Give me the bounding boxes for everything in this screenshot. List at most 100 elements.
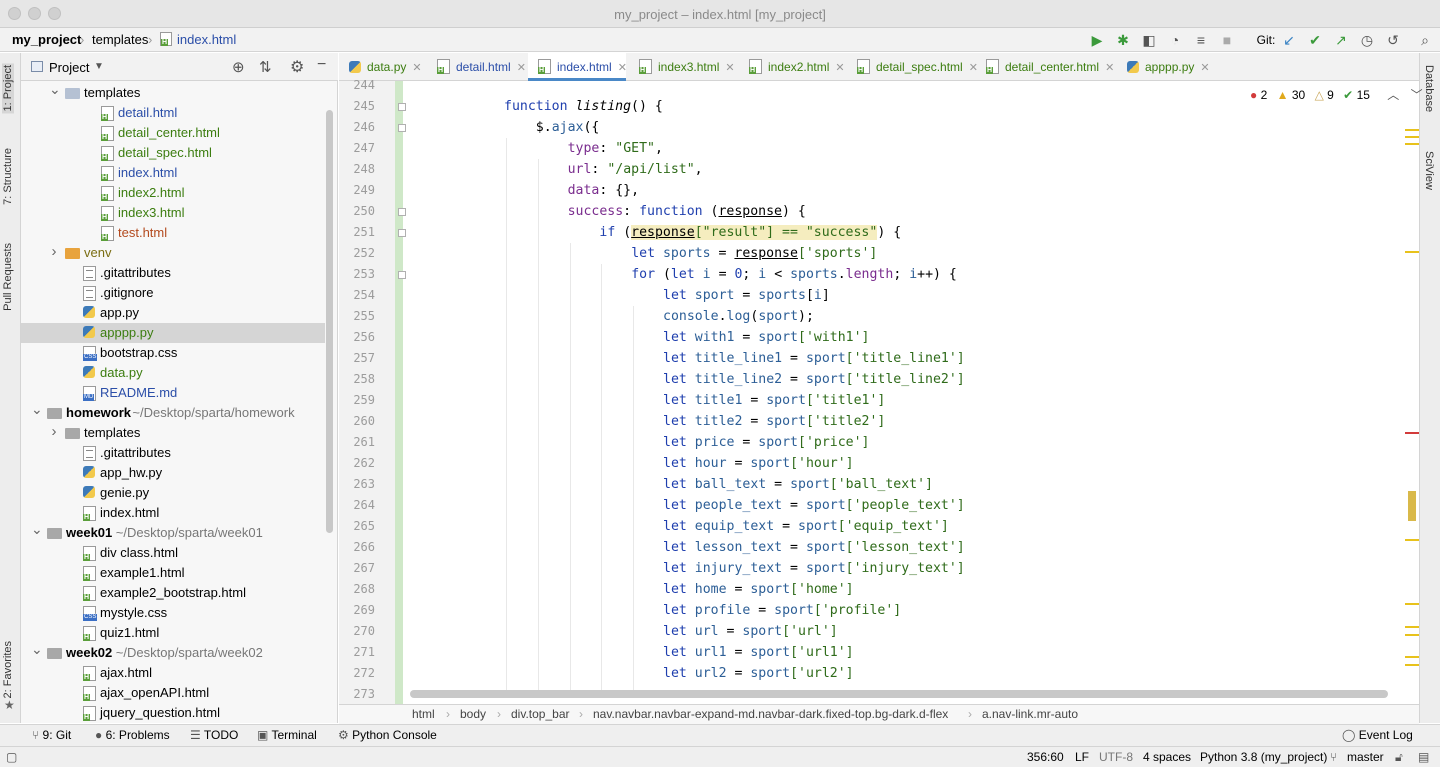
tree-item[interactable]: detail.html [21,103,325,123]
tree-item[interactable]: index.html [21,163,325,183]
chevron-up-icon[interactable]: ︿ [1387,88,1399,102]
close-tab-icon[interactable]: ✕ [1200,62,1209,74]
git-branch[interactable]: master [1347,750,1384,764]
event-log-tool-button[interactable]: ◯ Event Log [1342,728,1413,742]
tree-item[interactable]: ⌄ week01 ~/Desktop/sparta/week01 [21,521,325,543]
python-console-tool-button[interactable]: ⚙ Python Console [338,728,437,742]
history-icon[interactable]: ◷ [1359,32,1375,48]
stripe-mark[interactable] [1405,129,1419,131]
tree-item[interactable]: ajax.html [21,663,325,683]
tab-favorites-tool[interactable]: 2: Favorites [2,641,14,698]
collapse-all-icon[interactable]: ⇅ [259,58,272,76]
chevron-down-icon[interactable]: ⌄ [31,519,43,539]
stripe-mark[interactable] [1405,626,1419,628]
tree-item[interactable]: index3.html [21,203,325,223]
debug-icon[interactable]: ✱ [1115,32,1131,48]
gear-icon[interactable]: ⚙ [290,57,304,77]
run-icon[interactable]: ▶ [1089,32,1105,48]
tree-item[interactable]: ⌄ homework ~/Desktop/sparta/homework [21,401,325,423]
editor-tab[interactable]: index2.html ✕ [739,53,845,81]
profile-icon[interactable]: ◔ [1167,32,1183,48]
line-separator[interactable]: LF [1075,750,1089,764]
chevron-down-icon[interactable]: ⌄ [49,81,61,99]
tree-item[interactable]: apppp.py [21,323,325,343]
git-tool-button[interactable]: ⑂ 9: Git [32,728,71,742]
tree-item[interactable]: README.md [21,383,325,403]
terminal-tool-button[interactable]: ▣ Terminal [257,728,317,742]
tree-item[interactable]: .gitignore [21,283,325,303]
coverage-icon[interactable]: ◧ [1141,32,1157,48]
close-tab-icon[interactable]: ✕ [725,62,734,74]
chevron-down-icon[interactable]: ⌄ [31,639,43,659]
stripe-mark[interactable] [1405,603,1419,605]
todo-tool-button[interactable]: ☰ TODO [190,728,238,742]
search-icon[interactable]: ⌕ [1417,32,1433,48]
python-interpreter[interactable]: Python 3.8 (my_project) [1200,750,1327,764]
chevron-down-icon[interactable]: ▼ [94,61,104,72]
tree-item[interactable]: test.html [21,223,325,243]
hide-panel-icon[interactable]: − [317,56,326,74]
stripe-mark[interactable] [1405,539,1419,541]
stripe-mark[interactable] [1408,491,1416,521]
problems-tool-button[interactable]: ● 6: Problems [95,728,170,742]
html-breadcrumb-item[interactable]: div.top_bar [511,707,569,721]
indent-setting[interactable]: 4 spaces [1143,750,1191,764]
code-editor[interactable]: function listing() {$.ajax({type: "GET",… [403,81,1405,691]
tree-item[interactable]: bootstrap.css [21,343,325,363]
editor-tab[interactable]: apppp.py ✕ [1117,53,1210,81]
tree-item[interactable]: index.html [21,503,325,523]
editor-tab[interactable]: index.html ✕ [528,53,627,81]
tree-item[interactable]: data.py [21,363,325,383]
error-stripe[interactable] [1405,81,1419,704]
tree-item[interactable]: example1.html [21,563,325,583]
chevron-right-icon[interactable]: › [49,242,59,262]
stripe-mark[interactable] [1405,656,1419,658]
tree-item[interactable]: detail_spec.html [21,143,325,163]
tree-item[interactable]: .gitattributes [21,263,325,283]
vcs-change-marker[interactable] [395,81,403,704]
tree-item[interactable]: ajax_openAPI.html [21,683,325,703]
tree-item[interactable]: ⌄ week02 ~/Desktop/sparta/week02 [21,641,325,663]
stripe-mark[interactable] [1405,136,1419,138]
breadcrumb-folder[interactable]: templates [92,32,148,47]
horizontal-scrollbar[interactable] [410,690,1388,698]
stripe-mark[interactable] [1405,664,1419,666]
stripe-mark[interactable] [1405,251,1419,253]
build-icon[interactable]: ≡ [1193,32,1209,48]
locate-file-icon[interactable]: ⊕ [232,58,245,76]
close-tab-icon[interactable]: ✕ [835,62,844,74]
close-tab-icon[interactable]: ✕ [1105,62,1114,74]
tree-item[interactable]: .gitattributes [21,443,325,463]
git-commit-icon[interactable]: ✔ [1307,32,1323,48]
tree-item[interactable]: app_hw.py [21,463,325,483]
tab-sciview-tool[interactable]: SciView [1423,151,1435,190]
tree-item[interactable]: div class.html [21,543,325,563]
chevron-down-icon[interactable]: ⌄ [31,399,43,419]
stripe-mark[interactable] [1405,143,1419,145]
html-breadcrumb-item[interactable]: html [412,707,435,721]
tree-item[interactable]: › templates [21,423,325,443]
breadcrumb-project[interactable]: my_project [12,32,81,47]
tree-item[interactable]: › venv [21,243,325,263]
tab-structure-tool[interactable]: 7: Structure [2,148,14,205]
breadcrumb-file[interactable]: index.html [177,32,236,47]
lock-icon[interactable]: 🔓︎ [1395,750,1403,765]
html-breadcrumb-item[interactable]: body [460,707,486,721]
tree-item[interactable]: ⌄ templates [21,81,325,103]
editor-tab[interactable]: detail.html ✕ [427,53,526,81]
file-encoding[interactable]: UTF-8 [1099,750,1133,764]
close-tab-icon[interactable]: ✕ [412,62,421,74]
project-panel-title[interactable]: Project [49,60,89,75]
close-tab-icon[interactable]: ✕ [517,62,526,74]
tree-item[interactable]: example2_bootstrap.html [21,583,325,603]
tree-item[interactable]: index2.html [21,183,325,203]
close-tab-icon[interactable]: ✕ [618,62,627,74]
git-push-icon[interactable]: ↗ [1333,32,1349,48]
tab-database-tool[interactable]: Database [1423,65,1435,112]
tree-item[interactable]: jquery_question.html [21,703,325,723]
tree-item[interactable]: detail_center.html [21,123,325,143]
editor-tab[interactable]: detail_center.html ✕ [976,53,1114,81]
git-update-icon[interactable]: ↙ [1281,32,1297,48]
toggle-panels-icon[interactable]: ▢ [6,750,17,764]
stripe-mark[interactable] [1405,634,1419,636]
